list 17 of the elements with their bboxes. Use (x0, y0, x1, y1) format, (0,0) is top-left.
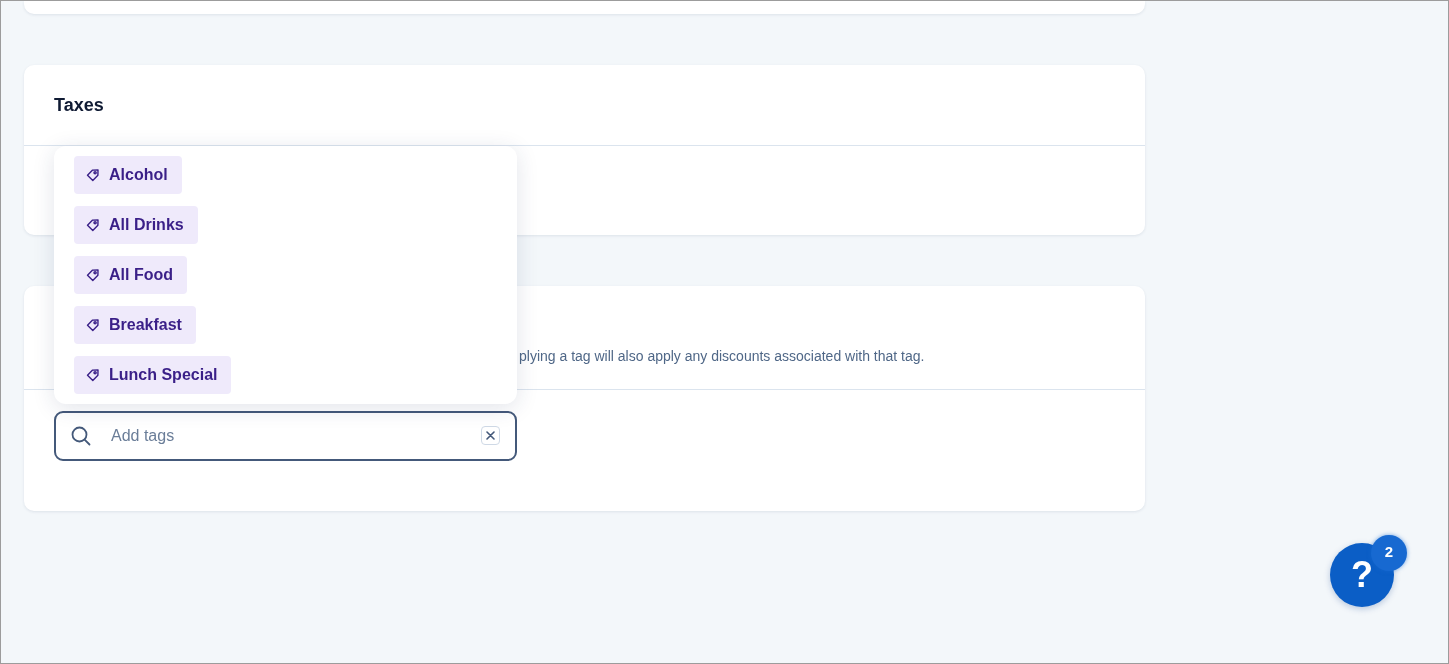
tag-search-field[interactable]: Add tags (54, 411, 517, 461)
tag-icon (86, 268, 100, 282)
close-icon (486, 431, 495, 440)
notification-badge: 2 (1371, 535, 1407, 571)
tag-option[interactable]: Breakfast (74, 306, 196, 344)
clear-button[interactable] (481, 426, 500, 445)
tag-option[interactable]: All Drinks (74, 206, 198, 244)
tag-option[interactable]: Alcohol (74, 156, 182, 194)
tag-option[interactable]: All Food (74, 256, 187, 294)
tag-option[interactable]: Lunch Special (74, 356, 232, 394)
tag-icon (86, 368, 100, 382)
tag-icon (86, 168, 100, 182)
tag-icon (86, 218, 100, 232)
tag-icon (86, 318, 100, 332)
search-icon (71, 426, 91, 446)
card-description: plying a tag will also apply any discounts associated with that tag. (519, 347, 926, 366)
card-title: Taxes (54, 94, 104, 116)
